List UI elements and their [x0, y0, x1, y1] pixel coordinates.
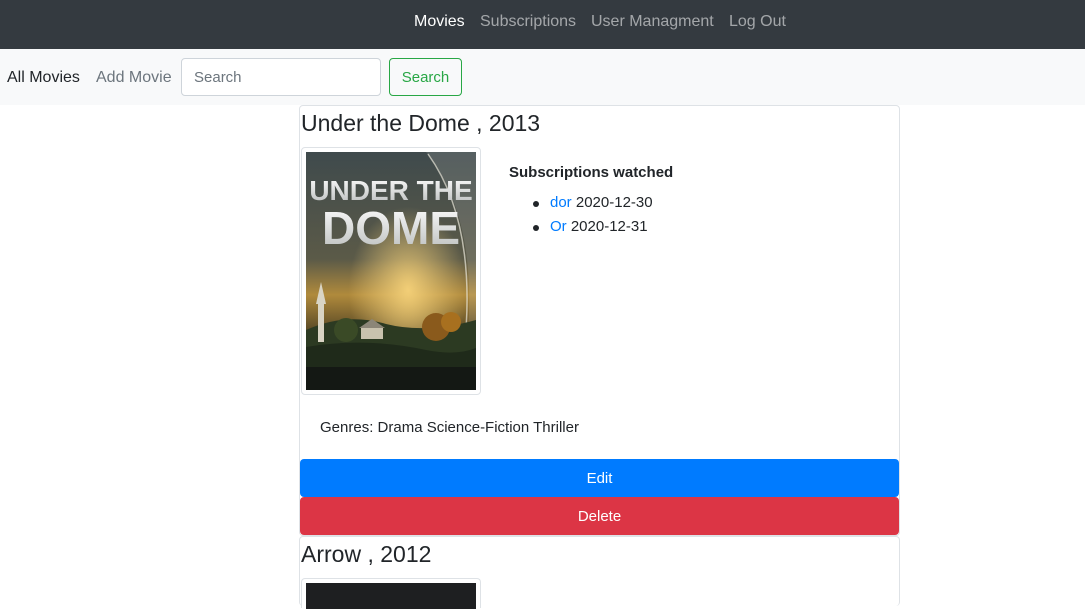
movies-subnav: All Movies Add Movie Search: [0, 49, 1085, 105]
search-button[interactable]: Search: [389, 58, 462, 96]
subscriptions-list: dor 2020-12-30 Or 2020-12-31: [509, 191, 809, 239]
search-input[interactable]: [181, 58, 381, 96]
subscription-item: Or 2020-12-31: [509, 215, 809, 239]
nav-log-out[interactable]: Log Out: [729, 12, 786, 32]
poster-text-line2: DOME: [322, 202, 460, 254]
movie-card: Arrow , 2012: [299, 536, 900, 609]
subscriber-link[interactable]: dor: [550, 194, 572, 211]
poster-thumbnail: [301, 578, 481, 609]
poster-thumbnail: UNDER THE DOME: [301, 147, 481, 395]
movie-title: Under the Dome , 2013: [301, 110, 541, 136]
all-movies-link[interactable]: All Movies: [7, 68, 80, 88]
bullet-icon: [533, 201, 539, 207]
nav-user-management[interactable]: User Managment: [591, 12, 714, 32]
movie-poster: UNDER THE DOME: [306, 152, 476, 390]
movie-title: Arrow , 2012: [301, 541, 432, 567]
bullet-icon: [533, 225, 539, 231]
subscriptions-watched-section: Subscriptions watched dor 2020-12-30 Or …: [509, 163, 809, 239]
add-movie-link[interactable]: Add Movie: [96, 68, 172, 88]
subscriptions-heading: Subscriptions watched: [509, 164, 674, 181]
nav-subscriptions[interactable]: Subscriptions: [480, 12, 576, 32]
movie-card: Under the Dome , 2013 UNDER THE DOME Sub…: [299, 105, 900, 536]
subscription-item: dor 2020-12-30: [509, 191, 809, 215]
subscriber-link[interactable]: Or: [550, 218, 567, 235]
movie-genres: Genres: Drama Science-Fiction Thriller: [320, 419, 579, 436]
top-navbar: Movies Subscriptions User Managment Log …: [0, 0, 1085, 49]
watch-date: 2020-12-31: [570, 218, 648, 235]
watch-date: 2020-12-30: [575, 194, 653, 211]
edit-button[interactable]: Edit: [300, 459, 899, 497]
nav-movies[interactable]: Movies: [414, 12, 465, 32]
delete-button[interactable]: Delete: [300, 497, 899, 535]
poster-image: UNDER THE DOME: [306, 152, 476, 390]
movie-poster: [306, 583, 476, 609]
